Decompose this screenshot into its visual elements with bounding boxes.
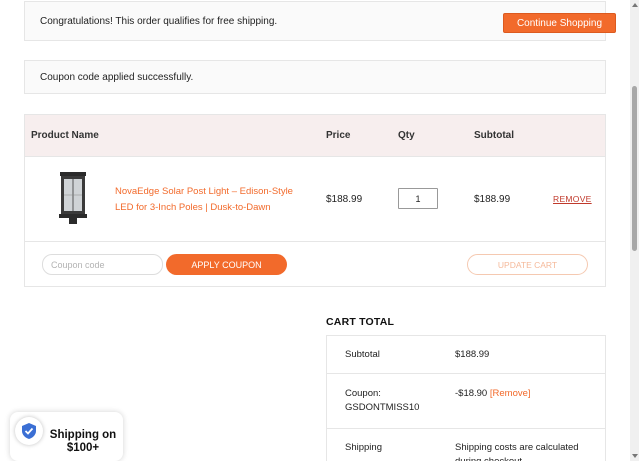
totals-row-subtotal: Subtotal $188.99 [327,336,605,374]
totals-coupon-value: -$18.90 [Remove] [455,387,605,401]
header-subtotal: Subtotal [474,130,514,141]
coupon-applied-message: Coupon code applied successfully. [40,72,194,83]
cart-item-row: NovaEdge Solar Post Light – Edison-Style… [25,157,605,242]
coupon-applied-notice: Coupon code applied successfully. [24,60,606,94]
product-name-link[interactable]: NovaEdge Solar Post Light – Edison-Style… [115,184,300,216]
coupon-discount-value: -$18.90 [455,388,488,399]
remove-item-link[interactable]: REMOVE [553,194,592,204]
quantity-input[interactable] [398,188,438,209]
page-scrollbar[interactable] [630,0,639,461]
cart-total-title: CART TOTAL [326,316,395,328]
totals-row-shipping: Shipping Shipping costs are calculated d… [327,429,605,461]
free-shipping-message: Congratulations! This order qualifies fo… [40,16,278,27]
coupon-label-text: Coupon: [345,388,381,399]
header-price: Price [326,130,351,141]
totals-row-coupon: Coupon: GSDONTMISS10 -$18.90 [Remove] [327,374,605,429]
product-thumbnail[interactable] [43,169,103,229]
free-shipping-notice: Congratulations! This order qualifies fo… [24,1,616,41]
totals-subtotal-label: Subtotal [345,349,380,360]
cart-table: Product Name Price Qty Subtotal NovaEdge… [24,114,606,287]
apply-coupon-button[interactable]: APPLY COUPON [166,254,287,275]
totals-shipping-label: Shipping [345,442,382,453]
continue-shopping-button[interactable]: Continue Shopping [503,13,616,33]
update-cart-button[interactable]: UPDATE CART [467,254,588,275]
coupon-code-text: GSDONTMISS10 [345,402,420,413]
scrollbar-thumb[interactable] [632,86,637,251]
cart-totals-table: Subtotal $188.99 Coupon: GSDONTMISS10 -$… [326,335,606,461]
totals-coupon-label: Coupon: GSDONTMISS10 [345,387,419,415]
product-subtotal: $188.99 [474,194,511,205]
totals-subtotal-value: $188.99 [455,349,490,360]
coupon-code-input[interactable] [42,254,163,275]
header-product-name: Product Name [31,130,99,141]
header-qty: Qty [398,130,415,141]
product-price: $188.99 [326,194,363,205]
remove-coupon-link[interactable]: [Remove] [490,388,531,399]
cart-table-header: Product Name Price Qty Subtotal [25,115,605,157]
shield-check-icon [15,417,43,445]
scroll-down-arrow-icon[interactable] [632,454,638,458]
scroll-up-arrow-icon[interactable] [632,3,638,7]
free-shipping-badge[interactable]: Shipping on $100+ [10,412,123,461]
badge-text: Shipping on $100+ [49,429,117,454]
totals-shipping-value: Shipping costs are calculated during che… [455,442,579,461]
